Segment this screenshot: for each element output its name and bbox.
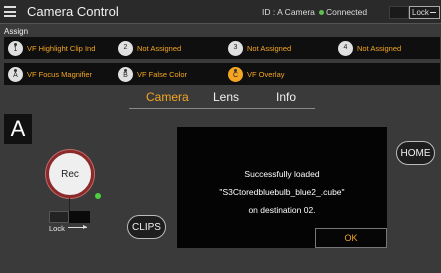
tab-camera[interactable]: Camera: [146, 90, 189, 104]
rec-lock-switch[interactable]: [49, 211, 90, 224]
hamburger-menu-icon[interactable]: [4, 6, 16, 17]
assign-button-c[interactable]: C VF Overlay: [228, 65, 285, 83]
lock-direction-arrow-icon: [68, 225, 87, 229]
dialog-message: Successfully loaded "S3Ctoredbluebulb_bl…: [177, 165, 387, 219]
title-bar: Camera Control ID : A Camera Connected L…: [0, 0, 441, 24]
camera-id: ID : A Camera: [262, 7, 315, 17]
assign-badge-c: C: [228, 66, 243, 82]
lock-toggle[interactable]: Lock: [409, 6, 440, 19]
dialog-line-2: "S3Ctoredbluebulb_blue2_.cube": [219, 187, 345, 197]
assign-button-2[interactable]: 2 Not Assigned: [118, 39, 181, 57]
tab-divider: [129, 108, 315, 109]
load-success-dialog: Successfully loaded "S3Ctoredbluebulb_bl…: [177, 127, 387, 248]
ok-button[interactable]: OK: [315, 228, 387, 248]
rec-status-indicator: [95, 193, 101, 199]
assign-label: Assign: [4, 27, 29, 36]
rec-lock-track: [49, 211, 69, 223]
connection-status-icon: [319, 10, 324, 15]
assign-label-a: VF Focus Magnifier: [27, 69, 93, 79]
connection-status: Connected: [326, 7, 368, 17]
app-title: Camera Control: [27, 4, 119, 19]
assign-row-1: 1 VF Highlight Clip Ind 2 Not Assigned 3…: [4, 37, 440, 59]
rec-lock-label: Lock: [49, 224, 65, 233]
assign-label-2: Not Assigned: [137, 43, 182, 53]
assign-row-2: A VF Focus Magnifier B VF False Color C …: [4, 63, 440, 85]
assign-button-b[interactable]: B VF False Color: [118, 65, 187, 83]
clips-button[interactable]: CLIPS: [127, 215, 166, 239]
assign-label-3: Not Assigned: [247, 43, 292, 53]
home-button[interactable]: HOME: [396, 141, 435, 165]
tab-info[interactable]: Info: [276, 90, 296, 104]
assign-button-4[interactable]: 4 Not Assigned: [338, 39, 401, 57]
assign-button-3[interactable]: 3 Not Assigned: [228, 39, 291, 57]
assign-badge-2: 2: [118, 40, 133, 56]
tab-bar: Camera Lens Info: [0, 90, 441, 108]
assign-label-b: VF False Color: [137, 69, 188, 79]
assign-badge-a: A: [8, 66, 23, 82]
assign-label-4: Not Assigned: [357, 43, 402, 53]
assign-badge-1: 1: [8, 40, 23, 56]
assign-label-c: VF Overlay: [247, 69, 285, 79]
lock-arrow-icon: [429, 12, 436, 14]
assign-badge-3: 3: [228, 40, 243, 56]
assign-button-1[interactable]: 1 VF Highlight Clip Ind: [8, 39, 95, 57]
assign-badge-b: B: [118, 66, 133, 82]
assign-badge-4: 4: [338, 40, 353, 56]
rec-lock-knob[interactable]: [69, 211, 90, 223]
lock-toggle-track[interactable]: [389, 6, 409, 19]
camera-letter-badge: A: [4, 114, 32, 144]
lock-toggle-label: Lock: [412, 8, 429, 17]
assign-label-1: VF Highlight Clip Ind: [27, 43, 96, 53]
dialog-line-3: on destination 02.: [248, 205, 316, 215]
assign-button-a[interactable]: A VF Focus Magnifier: [8, 65, 92, 83]
rec-button[interactable]: Rec: [46, 150, 94, 198]
tab-lens[interactable]: Lens: [213, 90, 239, 104]
dialog-line-1: Successfully loaded: [244, 169, 320, 179]
